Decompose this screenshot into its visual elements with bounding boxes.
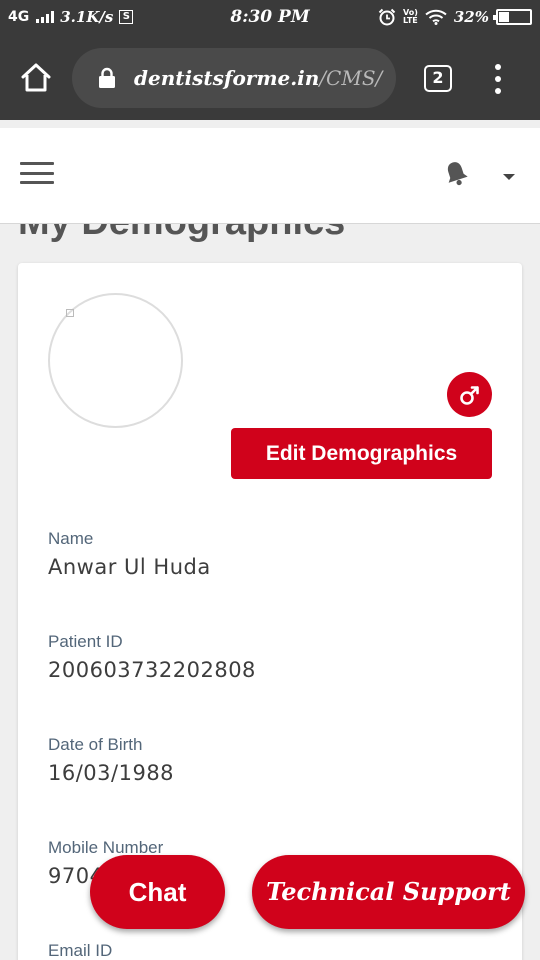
field-label: Date of Birth bbox=[48, 735, 143, 754]
more-vert-icon[interactable] bbox=[490, 64, 506, 94]
alarm-icon bbox=[378, 8, 396, 26]
url-domain: dentistsforme.in bbox=[134, 66, 320, 90]
field-value: Anwar Ul Huda bbox=[48, 555, 211, 579]
technical-support-button[interactable]: Technical Support bbox=[252, 855, 525, 929]
lock-icon bbox=[99, 67, 115, 88]
profile-avatar bbox=[48, 293, 183, 428]
field-value: 200603732202808 bbox=[48, 658, 256, 682]
tabs-icon[interactable]: 2 bbox=[424, 65, 452, 92]
field-patient-id: Patient ID 200603732202808 bbox=[48, 632, 256, 682]
status-right: Vo) LTE 32% bbox=[378, 8, 532, 26]
chat-button[interactable]: Chat bbox=[90, 855, 225, 929]
status-bar: 4G 3.1K/s S 8:30 PM Vo) LTE 32% bbox=[0, 0, 540, 36]
battery-percent: 32% bbox=[453, 8, 489, 26]
home-icon[interactable] bbox=[18, 60, 54, 96]
male-icon[interactable] bbox=[447, 372, 492, 417]
menu-icon[interactable] bbox=[20, 162, 54, 184]
field-name: Name Anwar Ul Huda bbox=[48, 529, 211, 579]
battery-fill bbox=[499, 12, 509, 22]
battery-icon bbox=[493, 9, 532, 25]
app-header bbox=[0, 128, 540, 224]
volte-icon: Vo) LTE bbox=[403, 9, 418, 25]
volte-bottom: LTE bbox=[403, 16, 418, 25]
field-email-id: Email ID bbox=[48, 941, 112, 960]
url-text: dentistsforme.in/CMS/ bbox=[134, 66, 382, 90]
wifi-icon bbox=[425, 9, 447, 25]
field-label: Name bbox=[48, 529, 94, 548]
url-path: /CMS/ bbox=[319, 66, 383, 90]
broken-image-icon bbox=[66, 309, 74, 317]
dropdown-caret-icon[interactable] bbox=[503, 174, 515, 180]
edit-demographics-button[interactable]: Edit Demographics bbox=[231, 428, 492, 479]
address-bar[interactable]: dentistsforme.in/CMS/ bbox=[72, 48, 396, 108]
field-label: Email ID bbox=[48, 941, 113, 960]
male-symbol bbox=[459, 385, 479, 405]
bell-icon[interactable] bbox=[442, 159, 470, 187]
browser-toolbar: dentistsforme.in/CMS/ 2 bbox=[0, 36, 540, 120]
field-label: Patient ID bbox=[48, 632, 123, 651]
field-date-of-birth: Date of Birth 16/03/1988 bbox=[48, 735, 174, 785]
field-value: 16/03/1988 bbox=[48, 761, 175, 785]
